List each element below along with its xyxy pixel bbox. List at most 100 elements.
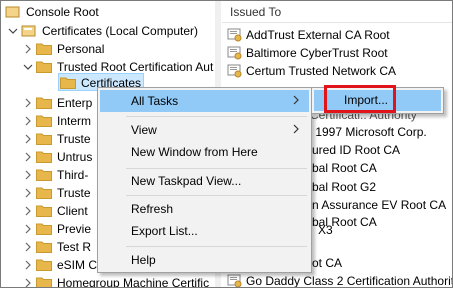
folder-icon <box>36 223 52 235</box>
list-item[interactable]: Certum Trusted Network CA <box>227 62 396 80</box>
menu-item-view[interactable]: View <box>100 119 309 141</box>
mmc-window: Console Root Certificates (Local Compute… <box>0 0 453 288</box>
folder-icon <box>36 241 52 253</box>
folder-icon <box>36 259 52 271</box>
folder-icon <box>36 43 52 55</box>
list-item[interactable]: ot CA <box>312 254 342 272</box>
menu-item-help[interactable]: Help <box>100 249 309 271</box>
tree-label: Third- <box>57 167 89 182</box>
chevron-right-icon[interactable] <box>22 43 34 55</box>
certificate-icon <box>227 274 242 287</box>
tree-node-personal[interactable]: Personal <box>22 39 104 58</box>
tree-node-preview[interactable]: Previe <box>22 219 91 238</box>
chevron-right-icon[interactable] <box>22 115 34 127</box>
menu-separator <box>126 246 307 247</box>
menu-separator <box>126 195 307 196</box>
list-item[interactable]: Go Daddy Class 2 Certification Authority <box>227 272 453 288</box>
tree-node-homegroup[interactable]: Homegroup Machine Certific <box>22 273 209 288</box>
menu-item-label: Refresh <box>131 202 174 216</box>
folder-open-icon <box>36 61 52 73</box>
list-item-label: bal Root CA <box>312 161 377 175</box>
tree-label: Test R <box>57 239 92 254</box>
tree-label: Previe <box>57 221 92 236</box>
list-item-label: AddTrust External CA Root <box>246 28 390 42</box>
menu-item-label: New Window from Here <box>131 145 258 159</box>
list-item[interactable]: ured ID Root CA <box>312 141 400 159</box>
chevron-right-icon[interactable] <box>22 223 34 235</box>
certificate-store-icon <box>21 25 36 36</box>
folder-icon <box>36 187 52 199</box>
folder-icon <box>36 277 52 287</box>
menu-separator <box>126 168 307 169</box>
tree-node-intermediate[interactable]: Interm <box>22 111 91 130</box>
folder-icon <box>36 97 52 109</box>
list-item[interactable]: Baltimore CyberTrust Root <box>227 44 388 62</box>
folder-icon <box>60 77 76 89</box>
chevron-right-icon[interactable] <box>22 259 34 271</box>
menu-item-all-tasks[interactable]: All Tasks <box>100 90 309 112</box>
list-item[interactable]: bal Root CA <box>312 159 377 177</box>
folder-icon <box>36 133 52 145</box>
column-header-issued-to[interactable]: Issued To <box>222 1 452 23</box>
menu-item-label: Help <box>131 253 156 267</box>
console-root-icon <box>5 6 20 17</box>
tree-node-certificates-local[interactable]: Certificates (Local Computer) <box>7 21 198 40</box>
list-item-label: Go Daddy Class 2 Certification Authority <box>246 274 453 288</box>
list-item[interactable]: bal Root G2 <box>312 178 376 196</box>
list-item[interactable]: AddTrust External CA Root <box>227 26 390 44</box>
chevron-right-icon <box>293 95 299 105</box>
tree-node-trusted-people[interactable]: Truste <box>22 183 91 202</box>
context-menu: All Tasks View New Window from Here New … <box>97 87 312 273</box>
tree-node-console-root[interactable]: Console Root <box>5 2 99 21</box>
tree-label: Truste <box>57 185 91 200</box>
menu-separator <box>126 116 307 117</box>
tree-node-third-party[interactable]: Third- <box>22 165 88 184</box>
tree-node-untrusted[interactable]: Untrus <box>22 147 92 166</box>
chevron-right-icon[interactable] <box>22 277 34 288</box>
tree-node-client[interactable]: Client <box>22 201 88 220</box>
certificate-icon <box>227 28 242 42</box>
highlight-outline <box>324 85 396 113</box>
menu-item-refresh[interactable]: Refresh <box>100 198 309 220</box>
folder-icon <box>36 169 52 181</box>
certificate-icon <box>227 46 242 60</box>
tree-node-esim[interactable]: eSIM C <box>22 255 97 274</box>
chevron-right-icon[interactable] <box>22 169 34 181</box>
tree-node-trusted-publishers[interactable]: Truste <box>22 129 91 148</box>
menu-item-new-window[interactable]: New Window from Here <box>100 141 309 163</box>
list-item-label: ) 1997 Microsoft Corp. <box>308 125 427 139</box>
tree-label: Certificates (Local Computer) <box>42 23 199 38</box>
chevron-down-icon[interactable] <box>7 25 19 37</box>
column-header-label: Issued To <box>230 4 282 19</box>
tree-label: Personal <box>57 41 105 56</box>
menu-item-label: View <box>131 123 157 137</box>
tree-label: Console Root <box>26 4 99 19</box>
menu-item-label: All Tasks <box>131 94 179 108</box>
menu-item-new-taskpad[interactable]: New Taskpad View... <box>100 170 309 192</box>
list-item-label: X3 <box>318 223 333 237</box>
chevron-right-icon[interactable] <box>22 97 34 109</box>
list-item-label: Certum Trusted Network CA <box>246 64 397 78</box>
list-item-label: Baltimore CyberTrust Root <box>246 46 388 60</box>
menu-item-label: Export List... <box>131 224 198 238</box>
list-item[interactable]: n Assurance EV Root CA <box>312 196 446 214</box>
chevron-down-icon[interactable] <box>22 61 34 73</box>
chevron-right-icon[interactable] <box>22 133 34 145</box>
tree-label: Truste <box>57 131 91 146</box>
chevron-right-icon[interactable] <box>22 187 34 199</box>
list-item-label: ured ID Root CA <box>312 143 401 157</box>
tree-node-test-roots[interactable]: Test R <box>22 237 91 256</box>
list-item[interactable]: X3 <box>318 221 333 239</box>
chevron-right-icon[interactable] <box>22 151 34 163</box>
tree-label: Interm <box>57 113 92 128</box>
tree-label: Trusted Root Certification Aut <box>57 59 214 74</box>
folder-icon <box>36 205 52 217</box>
tree-node-enterprise[interactable]: Enterp <box>22 93 92 112</box>
menu-item-export-list[interactable]: Export List... <box>100 220 309 242</box>
chevron-right-icon[interactable] <box>22 241 34 253</box>
list-item[interactable]: ) 1997 Microsoft Corp. <box>308 123 427 141</box>
certificate-icon <box>227 64 242 78</box>
menu-item-label: New Taskpad View... <box>131 174 242 188</box>
chevron-right-icon[interactable] <box>22 205 34 217</box>
tree-label: Enterp <box>57 95 93 110</box>
